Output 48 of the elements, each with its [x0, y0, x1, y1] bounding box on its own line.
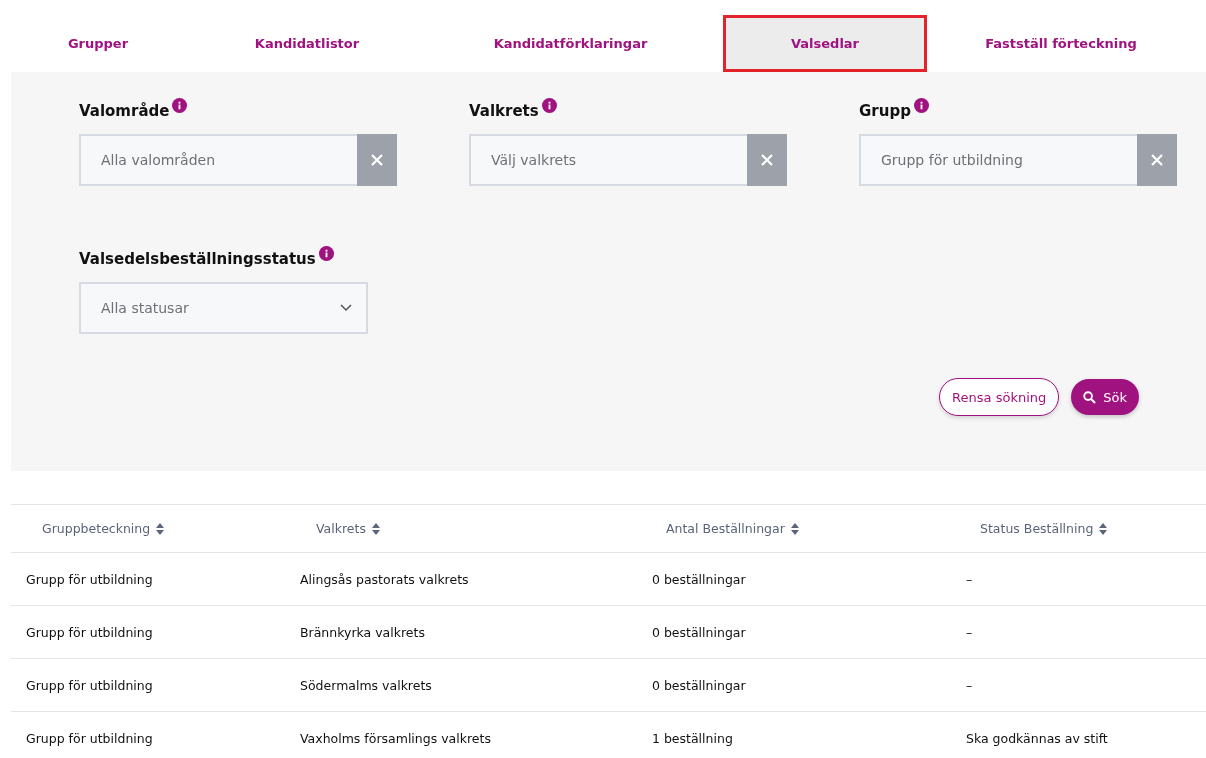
- close-icon: [371, 154, 383, 166]
- status-dropdown[interactable]: Alla statusar: [79, 282, 368, 334]
- column-header[interactable]: Valkrets: [316, 521, 380, 536]
- column-header[interactable]: Antal Beställningar: [666, 521, 799, 536]
- close-icon: [1151, 154, 1163, 166]
- tab[interactable]: Fastställ förteckning: [927, 15, 1195, 72]
- chevron-down-icon: [340, 304, 352, 312]
- info-icon[interactable]: [913, 98, 929, 113]
- tab[interactable]: Grupper: [0, 15, 196, 72]
- info-icon[interactable]: [541, 98, 557, 113]
- tab[interactable]: Kandidatlistor: [196, 15, 418, 72]
- table-cell: Grupp för utbildning: [26, 571, 153, 587]
- table-cell: 0 beställningar: [652, 571, 746, 587]
- close-icon: [761, 154, 773, 166]
- clear-search-button[interactable]: Rensa sökning: [939, 378, 1060, 416]
- field-label: Valkrets: [469, 101, 539, 120]
- tab[interactable]: Valsedlar: [723, 15, 927, 72]
- table-cell: Grupp för utbildning: [26, 730, 153, 746]
- info-icon[interactable]: [172, 98, 188, 113]
- search-icon: [1083, 390, 1097, 404]
- column-header[interactable]: Gruppbeteckning: [42, 521, 165, 536]
- sort-icon: [1099, 522, 1108, 535]
- table-cell: –: [966, 571, 973, 587]
- table-cell: Grupp för utbildning: [26, 677, 153, 693]
- tab[interactable]: Kandidatförklaringar: [418, 15, 723, 72]
- search-button[interactable]: Sök: [1071, 379, 1139, 415]
- table-cell: 0 beställningar: [652, 624, 746, 640]
- sort-icon: [371, 522, 380, 535]
- sort-icon: [156, 522, 165, 535]
- input-field[interactable]: Grupp för utbildning: [859, 134, 1137, 186]
- field-label: Valområde: [79, 101, 170, 120]
- table-cell: Vaxholms församlings valkrets: [300, 730, 491, 746]
- table-cell: Alingsås pastorats valkrets: [300, 571, 469, 587]
- field-label: Valsedelsbeställningsstatus: [79, 249, 316, 268]
- input-field[interactable]: Välj valkrets: [469, 134, 747, 186]
- input-field[interactable]: Alla valområden: [79, 134, 357, 186]
- table-cell: Brännkyrka valkrets: [300, 624, 425, 640]
- table-cell: Södermalms valkrets: [300, 677, 432, 693]
- field-label: Grupp: [859, 101, 911, 120]
- table-cell: 1 beställning: [652, 730, 733, 746]
- info-icon[interactable]: [318, 246, 334, 261]
- table-cell: Ska godkännas av stift: [966, 730, 1108, 746]
- table-cell: Grupp för utbildning: [26, 624, 153, 640]
- sort-icon: [790, 522, 799, 535]
- column-header[interactable]: Status Beställning: [980, 521, 1108, 536]
- table-cell: –: [966, 624, 973, 640]
- table-cell: 0 beställningar: [652, 677, 746, 693]
- table-cell: –: [966, 677, 973, 693]
